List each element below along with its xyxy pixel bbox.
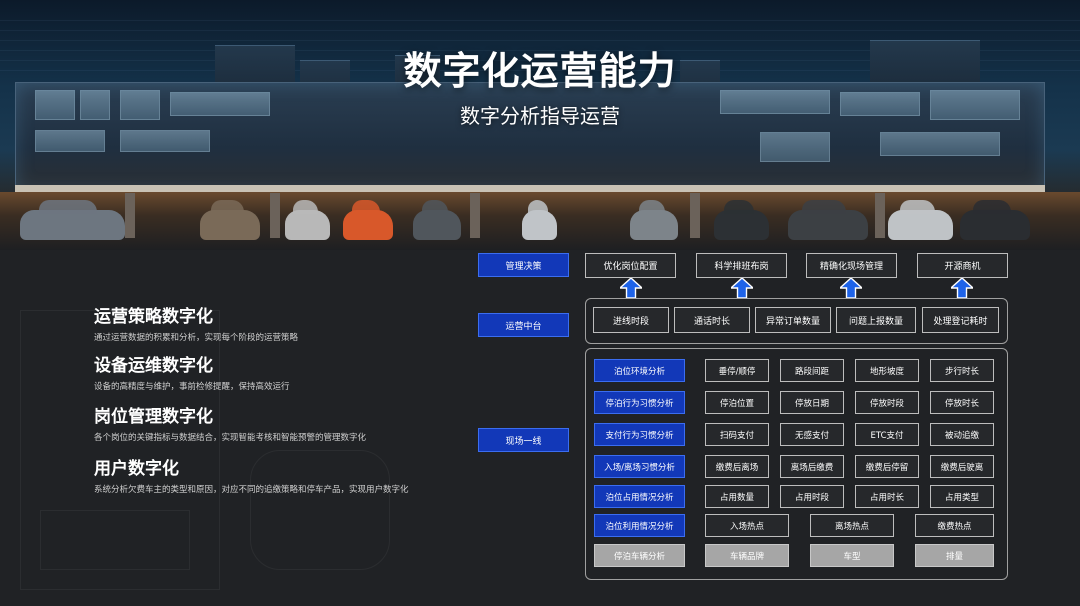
field-cell: ETC支付 bbox=[855, 423, 919, 446]
section-desc: 通过运营数据的积累和分析，实现每个阶段的运营策略 bbox=[94, 333, 299, 343]
field-cell: 缴费后驶离 bbox=[930, 455, 994, 478]
middle-item: 通话时长 bbox=[674, 307, 750, 333]
field-row-label: 停泊行为习惯分析 bbox=[594, 391, 685, 414]
field-cell: 离场后缴费 bbox=[780, 455, 844, 478]
field-cell: 车型 bbox=[810, 544, 894, 567]
car-icon bbox=[200, 200, 260, 240]
field-cell: 缴费后离场 bbox=[705, 455, 769, 478]
section-desc: 系统分析欠费车主的类型和原因，对应不同的追缴策略和停车产品，实现用户数字化 bbox=[94, 485, 409, 495]
page-subtitle: 数字分析指导运营 bbox=[460, 104, 620, 128]
level-middle: 运营中台 bbox=[478, 313, 569, 337]
section-heading: 用户数字化 bbox=[94, 459, 179, 479]
section-desc: 各个岗位的关键指标与数据结合，实现智能考核和智能预警的管理数字化 bbox=[94, 433, 367, 443]
field-cell: 扫码支付 bbox=[705, 423, 769, 446]
middle-item: 进线时段 bbox=[593, 307, 669, 333]
car-icon bbox=[960, 200, 1030, 240]
decision-item: 科学排班布岗 bbox=[696, 253, 787, 278]
field-cell: 排量 bbox=[915, 544, 994, 567]
section-heading: 运营策略数字化 bbox=[94, 307, 213, 327]
field-cell: 占用数量 bbox=[705, 485, 769, 508]
car-icon bbox=[888, 200, 953, 240]
field-cell: 缴费热点 bbox=[915, 514, 994, 537]
car-icon bbox=[285, 200, 330, 240]
field-cell: 离场热点 bbox=[810, 514, 894, 537]
field-cell: 停放日期 bbox=[780, 391, 844, 414]
decision-item: 精确化现场管理 bbox=[806, 253, 897, 278]
arrow-up-icon bbox=[731, 278, 753, 298]
car-icon bbox=[630, 200, 678, 240]
field-row-label: 支付行为习惯分析 bbox=[594, 423, 685, 446]
field-cell: 无感支付 bbox=[780, 423, 844, 446]
car-icon bbox=[20, 200, 125, 240]
section-equipment: 设备运维数字化 设备的高精度与维护，事前检修提醒，保持高效运行 bbox=[94, 351, 290, 392]
section-desc: 设备的高精度与维护，事前检修提醒，保持高效运行 bbox=[94, 382, 290, 392]
field-cell: 占用时长 bbox=[855, 485, 919, 508]
car-icon bbox=[714, 200, 769, 240]
section-user: 用户数字化 系统分析欠费车主的类型和原因，对应不同的追缴策略和停车产品，实现用户… bbox=[94, 454, 409, 495]
middle-item: 异常订单数量 bbox=[755, 307, 831, 333]
field-cell: 停放时段 bbox=[855, 391, 919, 414]
middle-item: 处理登记耗时 bbox=[922, 307, 999, 333]
arrow-up-icon bbox=[951, 278, 973, 298]
field-row-label: 泊位环境分析 bbox=[594, 359, 685, 382]
level-decision: 管理决策 bbox=[478, 253, 569, 277]
field-cell: 地形坡度 bbox=[855, 359, 919, 382]
field-cell: 占用类型 bbox=[930, 485, 994, 508]
field-cell: 占用时段 bbox=[780, 485, 844, 508]
car-icon bbox=[343, 200, 393, 240]
field-cell: 缴费后停留 bbox=[855, 455, 919, 478]
field-cell: 车辆品牌 bbox=[705, 544, 789, 567]
car-icon bbox=[522, 200, 557, 240]
field-cell: 入场热点 bbox=[705, 514, 789, 537]
page-title: 数字化运营能力 bbox=[403, 49, 677, 93]
field-cell: 被动追缴 bbox=[930, 423, 994, 446]
section-heading: 岗位管理数字化 bbox=[94, 407, 213, 427]
field-cell: 垂停/顺停 bbox=[705, 359, 769, 382]
field-row-label: 泊位占用情况分析 bbox=[594, 485, 685, 508]
field-cell: 停泊位置 bbox=[705, 391, 769, 414]
car-icon bbox=[413, 200, 461, 240]
section-heading: 设备运维数字化 bbox=[94, 356, 213, 376]
field-row-label: 入场/离场习惯分析 bbox=[594, 455, 685, 478]
field-cell: 路段间距 bbox=[780, 359, 844, 382]
section-strategy: 运营策略数字化 通过运营数据的积累和分析，实现每个阶段的运营策略 bbox=[94, 302, 298, 343]
level-field: 现场一线 bbox=[478, 428, 569, 452]
field-row-label: 泊位利用情况分析 bbox=[594, 514, 685, 537]
middle-item: 问题上报数量 bbox=[836, 307, 916, 333]
decision-item: 开源商机 bbox=[917, 253, 1008, 278]
decision-item: 优化岗位配置 bbox=[585, 253, 676, 278]
field-cell: 步行时长 bbox=[930, 359, 994, 382]
section-position: 岗位管理数字化 各个岗位的关键指标与数据结合，实现智能考核和智能预警的管理数字化 bbox=[94, 402, 366, 443]
car-icon bbox=[788, 200, 868, 240]
arrow-up-icon bbox=[840, 278, 862, 298]
field-cell: 停放时长 bbox=[930, 391, 994, 414]
field-row-label: 停泊车辆分析 bbox=[594, 544, 685, 567]
hero-banner: 数字化运营能力 数字分析指导运营 bbox=[0, 0, 1080, 250]
arrow-up-icon bbox=[620, 278, 642, 298]
